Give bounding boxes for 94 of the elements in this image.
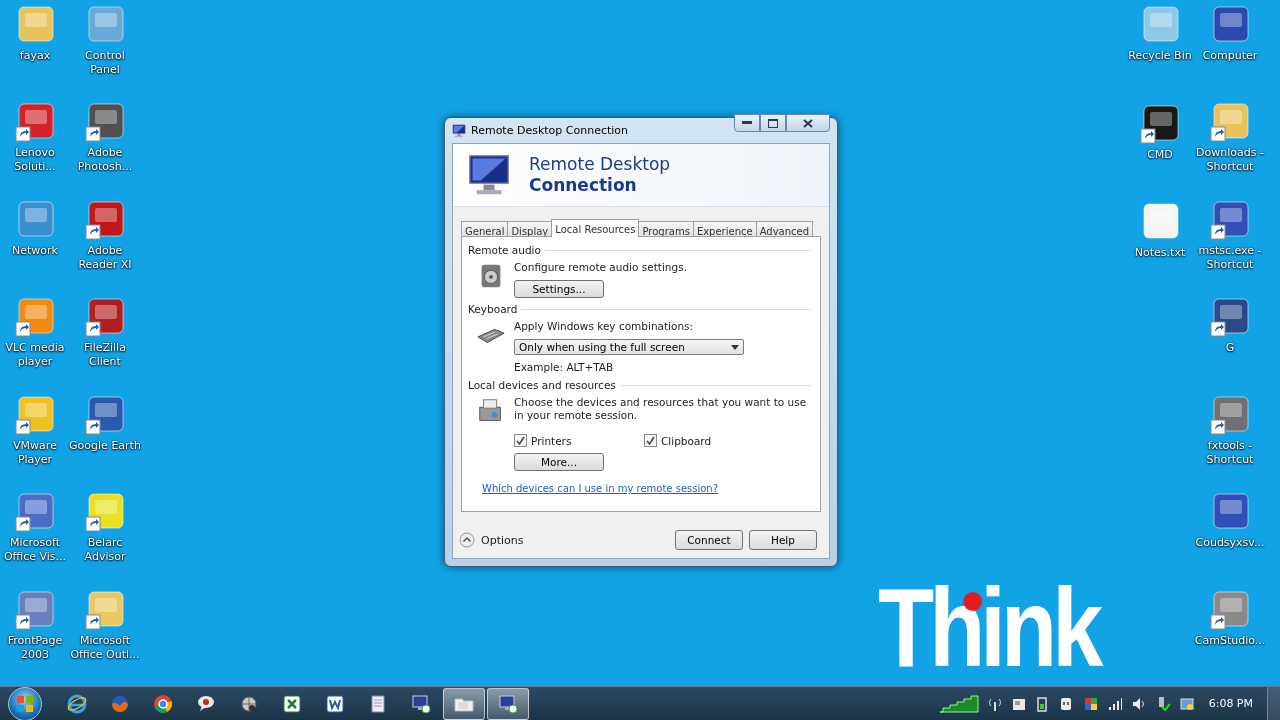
- icon-label[interactable]: FileZilla Client: [69, 341, 141, 370]
- icon-label[interactable]: Network: [0, 243, 71, 258]
- window-title: Remote Desktop Connection: [471, 124, 630, 137]
- tab[interactable]: Advanced: [755, 221, 814, 236]
- icon-label[interactable]: FrontPage 2003: [0, 633, 71, 662]
- icon-label[interactable]: Adobe Photosh...: [69, 146, 141, 175]
- app-tray-icon[interactable]: [1178, 695, 1195, 712]
- icon-label[interactable]: Belarc Advisor: [69, 536, 141, 565]
- help-link[interactable]: Which devices can I use in my remote session?: [482, 483, 718, 494]
- shortcut-tile-icon[interactable]: [14, 393, 56, 436]
- options-toggle[interactable]: Options: [459, 532, 669, 548]
- description-text: Apply Windows key combinations:: [514, 320, 694, 333]
- icon-label[interactable]: Downloads - Shortcut: [1194, 146, 1266, 175]
- dropdown[interactable]: Only when using the full screen: [514, 339, 744, 355]
- group-heading: Keyboard: [468, 303, 518, 315]
- document-icon: [323, 692, 346, 715]
- monitor-icon: [497, 692, 519, 715]
- shortcut-tile-icon[interactable]: [1209, 198, 1251, 241]
- group-heading: Local devices and resources: [468, 379, 616, 391]
- tab[interactable]: General: [461, 221, 509, 236]
- shortcut-tile-icon[interactable]: [84, 296, 126, 339]
- maximize-icon: [768, 118, 778, 128]
- dialog-button[interactable]: Help: [749, 530, 817, 550]
- tab[interactable]: Local Resources: [551, 219, 640, 237]
- four-squares-icon: [16, 694, 34, 713]
- tab[interactable]: Programs: [638, 221, 694, 236]
- shortcut-tile-icon[interactable]: [84, 198, 126, 241]
- shortcut-tile-icon[interactable]: [14, 588, 56, 631]
- start-button[interactable]: [8, 686, 42, 720]
- monitor-icon: [467, 153, 511, 197]
- chevron-icon: [459, 532, 475, 548]
- clock[interactable]: 6:08 PM: [1208, 697, 1253, 710]
- signal-strength-icon[interactable]: [1106, 695, 1123, 712]
- chrome-icon: [151, 692, 174, 715]
- shortcut-tile-icon[interactable]: [14, 101, 56, 144]
- flag-icon[interactable]: [1082, 695, 1099, 712]
- icon-label[interactable]: Coudsyxsv...: [1194, 536, 1266, 551]
- shortcut-tile-icon[interactable]: [84, 393, 126, 436]
- checkbox[interactable]: Printers: [514, 434, 644, 447]
- signal-bars-icon[interactable]: [938, 694, 979, 713]
- logo: Think: [878, 572, 1099, 684]
- icon-label[interactable]: Recycle Bin: [1124, 49, 1196, 63]
- shortcut-tile-icon[interactable]: [84, 491, 126, 534]
- shortcut-tile-icon[interactable]: [14, 296, 56, 339]
- more-button[interactable]: More...: [514, 453, 604, 471]
- description-text: Configure remote audio settings.: [514, 261, 687, 274]
- shortcut-tile-icon[interactable]: [14, 491, 56, 534]
- header-title: Connection: [529, 175, 638, 196]
- icon-label[interactable]: Microsoft Office Outl...: [69, 633, 141, 662]
- shortcut-tile-icon[interactable]: [1209, 296, 1251, 339]
- icon-label[interactable]: Computer: [1194, 49, 1266, 63]
- icon-label[interactable]: Notes.txt: [1124, 246, 1196, 260]
- icon-label[interactable]: G: [1194, 341, 1266, 356]
- description-text: Choose the devices and resources that you want to use in your remote session.: [514, 396, 808, 422]
- dialog-button[interactable]: Connect: [675, 530, 743, 550]
- spreadsheet-icon: [280, 692, 303, 715]
- tab[interactable]: Display: [507, 221, 553, 236]
- icon-label[interactable]: Adobe Reader XI: [69, 243, 141, 272]
- shortcut-tile-icon[interactable]: [1209, 393, 1251, 436]
- taskbar-button[interactable]: [487, 687, 529, 720]
- tab[interactable]: Experience: [692, 221, 757, 236]
- minimize-button[interactable]: [734, 114, 760, 132]
- shortcut-tile-icon[interactable]: [1209, 588, 1251, 631]
- monitor-icon: [452, 123, 466, 138]
- check-icon: [645, 435, 656, 446]
- taskbar-button[interactable]: [443, 687, 485, 720]
- icon-label[interactable]: Microsoft Office Vis...: [0, 536, 71, 565]
- show-desktop-button[interactable]: [1267, 686, 1280, 720]
- icon-label[interactable]: CamStudio...: [1194, 633, 1266, 648]
- minimize-icon: [742, 121, 752, 125]
- browser-e-icon: [65, 692, 88, 715]
- shortcut-tile-icon[interactable]: [84, 101, 126, 144]
- icon-label[interactable]: fayax: [0, 49, 71, 63]
- shortcut-tile-icon[interactable]: [84, 588, 126, 631]
- icon-label[interactable]: CMD: [1124, 147, 1196, 162]
- maximize-button[interactable]: [760, 114, 786, 132]
- monitor-icon: [409, 692, 432, 715]
- check-icon: [515, 435, 526, 446]
- example-text: Example: ALT+TAB: [514, 361, 614, 374]
- group-heading: Remote audio: [468, 244, 541, 256]
- icon-label[interactable]: mstsc.exe - Shortcut: [1194, 243, 1266, 272]
- checkbox[interactable]: Clipboard: [644, 434, 774, 447]
- close-button[interactable]: [786, 114, 830, 132]
- header-title: Remote Desktop: [529, 154, 671, 175]
- icon-label[interactable]: VLC media player: [0, 341, 71, 370]
- shortcut-tile-icon[interactable]: [1209, 101, 1251, 144]
- icon-label[interactable]: fxtools - Shortcut: [1194, 438, 1266, 467]
- icon-label[interactable]: Lenovo Soluti...: [0, 146, 71, 175]
- icon-label[interactable]: Control Panel: [69, 49, 141, 77]
- close-icon: [803, 118, 813, 128]
- icon-label[interactable]: Google Earth: [69, 438, 141, 453]
- settings-button[interactable]: Settings...: [514, 280, 604, 298]
- caret-icon: [731, 344, 739, 350]
- shortcut-tile-icon[interactable]: [1139, 102, 1181, 145]
